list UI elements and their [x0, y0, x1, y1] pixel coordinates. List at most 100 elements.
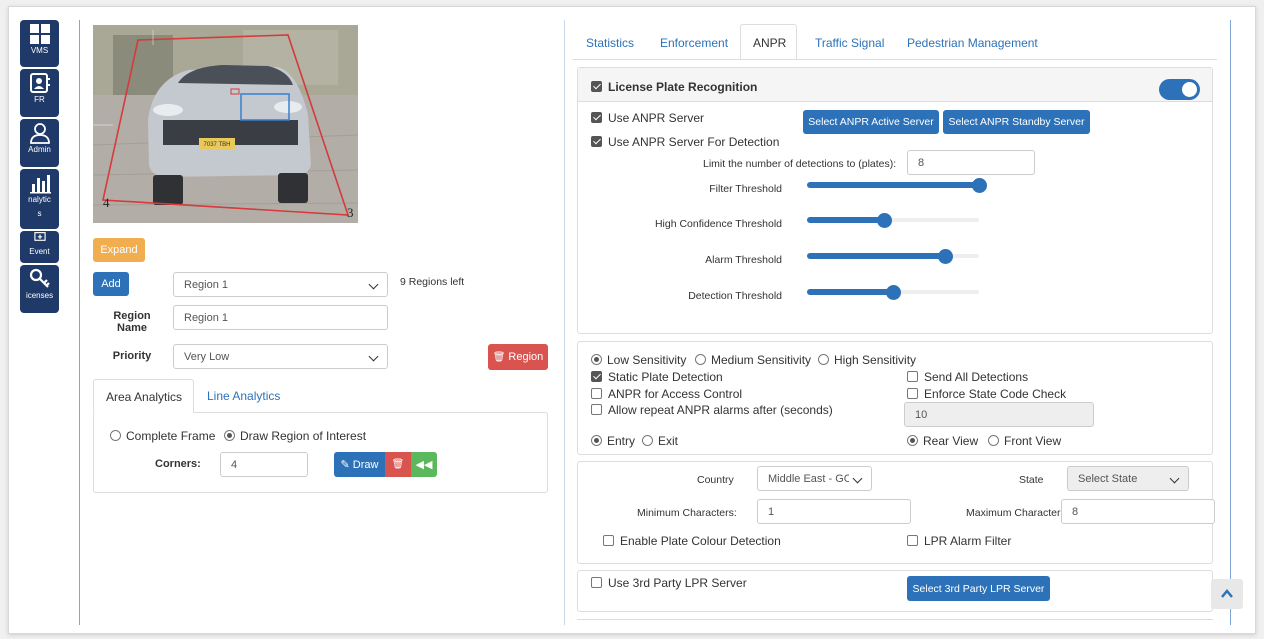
- state-select[interactable]: Select State: [1067, 466, 1189, 491]
- high-sensitivity-option[interactable]: High Sensitivity: [818, 353, 916, 367]
- low-sensitivity-option[interactable]: Low Sensitivity: [591, 353, 686, 367]
- delete-region-label: Region: [508, 351, 544, 363]
- min-chars-value: 1: [768, 505, 775, 518]
- repeat-alarms-checkbox[interactable]: [591, 404, 602, 415]
- max-chars-input[interactable]: 8: [1061, 499, 1215, 524]
- access-control-checkbox[interactable]: [591, 388, 602, 399]
- tab-area-analytics-label: Area Analytics: [106, 390, 183, 404]
- lpr-enable-checkbox[interactable]: [591, 81, 602, 92]
- entry-option[interactable]: Entry: [591, 434, 635, 448]
- draw-button[interactable]: ✎ Draw: [334, 452, 385, 477]
- send-all-option[interactable]: Send All Detections: [907, 370, 1028, 384]
- tab-area-analytics[interactable]: Area Analytics: [93, 379, 194, 413]
- static-plate-checkbox[interactable]: [591, 371, 602, 382]
- lpr-toggle[interactable]: [1159, 79, 1200, 100]
- region-name-input[interactable]: Region 1: [173, 305, 388, 330]
- pencil-icon: ✎: [340, 459, 350, 471]
- corners-input[interactable]: 4: [220, 452, 308, 477]
- max-chars-value: 8: [1072, 505, 1079, 518]
- static-plate-option[interactable]: Static Plate Detection: [591, 370, 723, 384]
- front-view-option[interactable]: Front View: [988, 434, 1061, 448]
- slider-handle[interactable]: [937, 249, 953, 264]
- slider-handle[interactable]: [972, 178, 987, 193]
- radio-entry[interactable]: [591, 435, 602, 446]
- third-party-checkbox[interactable]: [591, 577, 602, 588]
- limit-detections-input[interactable]: 8: [907, 150, 1035, 175]
- slider-fill: [807, 253, 945, 259]
- regions-left-text: 9 Regions left: [400, 276, 465, 288]
- use-anpr-detect-option[interactable]: Use ANPR Server For Detection: [591, 135, 779, 149]
- access-control-option[interactable]: ANPR for Access Control: [591, 387, 742, 401]
- slider-handle[interactable]: [886, 285, 901, 300]
- lpr-alarm-filter-option[interactable]: LPR Alarm Filter: [907, 534, 1011, 548]
- scroll-top-button[interactable]: [1211, 579, 1243, 609]
- lpr-title[interactable]: License Plate Recognition: [591, 80, 757, 94]
- limit-detections-value: 8: [918, 156, 925, 169]
- priority-value: Very Low: [184, 350, 230, 363]
- slider-fill: [807, 289, 893, 295]
- repeat-alarms-option[interactable]: Allow repeat ANPR alarms after (seconds): [591, 403, 833, 417]
- threshold-slider[interactable]: [807, 285, 979, 300]
- clear-drawing-button[interactable]: 🗑: [385, 452, 411, 477]
- rear-view-option[interactable]: Rear View: [907, 434, 978, 448]
- radio-low-sensitivity[interactable]: [591, 354, 602, 365]
- tab-line-analytics[interactable]: Line Analytics: [207, 389, 280, 403]
- threshold-slider[interactable]: [807, 213, 979, 228]
- analytics-panel: [93, 412, 548, 493]
- tab-enforcement[interactable]: Enforcement: [660, 36, 728, 50]
- plate-colour-option[interactable]: Enable Plate Colour Detection: [603, 534, 781, 548]
- lpr-alarm-filter-checkbox[interactable]: [907, 535, 918, 546]
- tab-traffic-signal[interactable]: Traffic Signal: [815, 36, 884, 50]
- radio-complete-frame[interactable]: [110, 430, 121, 441]
- undo-button[interactable]: ◀◀: [411, 452, 437, 477]
- slider-handle[interactable]: [877, 213, 893, 228]
- sidebar-item-licenses[interactable]: icenses: [20, 265, 59, 313]
- sidebar-item-admin[interactable]: Admin: [20, 119, 59, 167]
- state-code-checkbox[interactable]: [907, 388, 918, 399]
- sidebar-item-fr[interactable]: FR: [20, 69, 59, 117]
- country-select[interactable]: Middle East - GCC: [757, 466, 872, 491]
- select-standby-server-button[interactable]: Select ANPR Standby Server: [943, 110, 1090, 134]
- priority-label: Priority: [112, 350, 152, 362]
- use-anpr-server-checkbox[interactable]: [591, 112, 602, 123]
- third-party-option[interactable]: Use 3rd Party LPR Server: [591, 576, 747, 590]
- threshold-slider[interactable]: [807, 178, 987, 193]
- radio-rear-view[interactable]: [907, 435, 918, 446]
- draw-roi-option[interactable]: Draw Region of Interest: [224, 429, 366, 443]
- delete-region-button[interactable]: 🗑 Region: [488, 344, 548, 370]
- complete-frame-option[interactable]: Complete Frame: [110, 429, 215, 443]
- radio-high-sensitivity[interactable]: [818, 354, 829, 365]
- threshold-slider[interactable]: [807, 249, 979, 264]
- use-anpr-detect-checkbox[interactable]: [591, 136, 602, 147]
- medium-sensitivity-option[interactable]: Medium Sensitivity: [695, 353, 811, 367]
- max-chars-label: Maximum Characters:: [966, 507, 1069, 519]
- state-code-option[interactable]: Enforce State Code Check: [907, 387, 1066, 401]
- trash-icon: 🗑: [492, 351, 506, 363]
- lpr-title-label: License Plate Recognition: [608, 80, 758, 94]
- use-anpr-server-option[interactable]: Use ANPR Server: [591, 111, 704, 125]
- radio-front-view[interactable]: [988, 435, 999, 446]
- chevron-down-icon: [1169, 473, 1180, 484]
- region-select-value: Region 1: [184, 278, 229, 291]
- priority-select[interactable]: Very Low: [173, 344, 388, 369]
- plate-text: 7037 TBH: [204, 142, 231, 148]
- repeat-alarms-input[interactable]: 10: [904, 402, 1094, 427]
- tab-statistics[interactable]: Statistics: [586, 36, 634, 50]
- tab-pedestrian-management[interactable]: Pedestrian Management: [907, 36, 1038, 50]
- select-active-server-button[interactable]: Select ANPR Active Server: [803, 110, 939, 134]
- exit-option[interactable]: Exit: [642, 434, 678, 448]
- region-name-value: Region 1: [184, 311, 229, 324]
- repeat-alarms-label: Allow repeat ANPR alarms after (seconds): [608, 403, 833, 417]
- min-chars-input[interactable]: 1: [757, 499, 911, 524]
- sidebar-item-vms[interactable]: VMS: [20, 20, 59, 67]
- radio-exit[interactable]: [642, 435, 653, 446]
- plate-colour-checkbox[interactable]: [603, 535, 614, 546]
- grid-icon: [29, 24, 50, 44]
- sidebar-label: FR: [34, 95, 45, 104]
- radio-draw-roi[interactable]: [224, 430, 235, 441]
- tab-anpr[interactable]: ANPR: [740, 24, 797, 60]
- radio-medium-sensitivity[interactable]: [695, 354, 706, 365]
- state-value: Select State: [1078, 472, 1138, 485]
- send-all-checkbox[interactable]: [907, 371, 918, 382]
- select-third-party-server-button[interactable]: Select 3rd Party LPR Server: [907, 576, 1050, 601]
